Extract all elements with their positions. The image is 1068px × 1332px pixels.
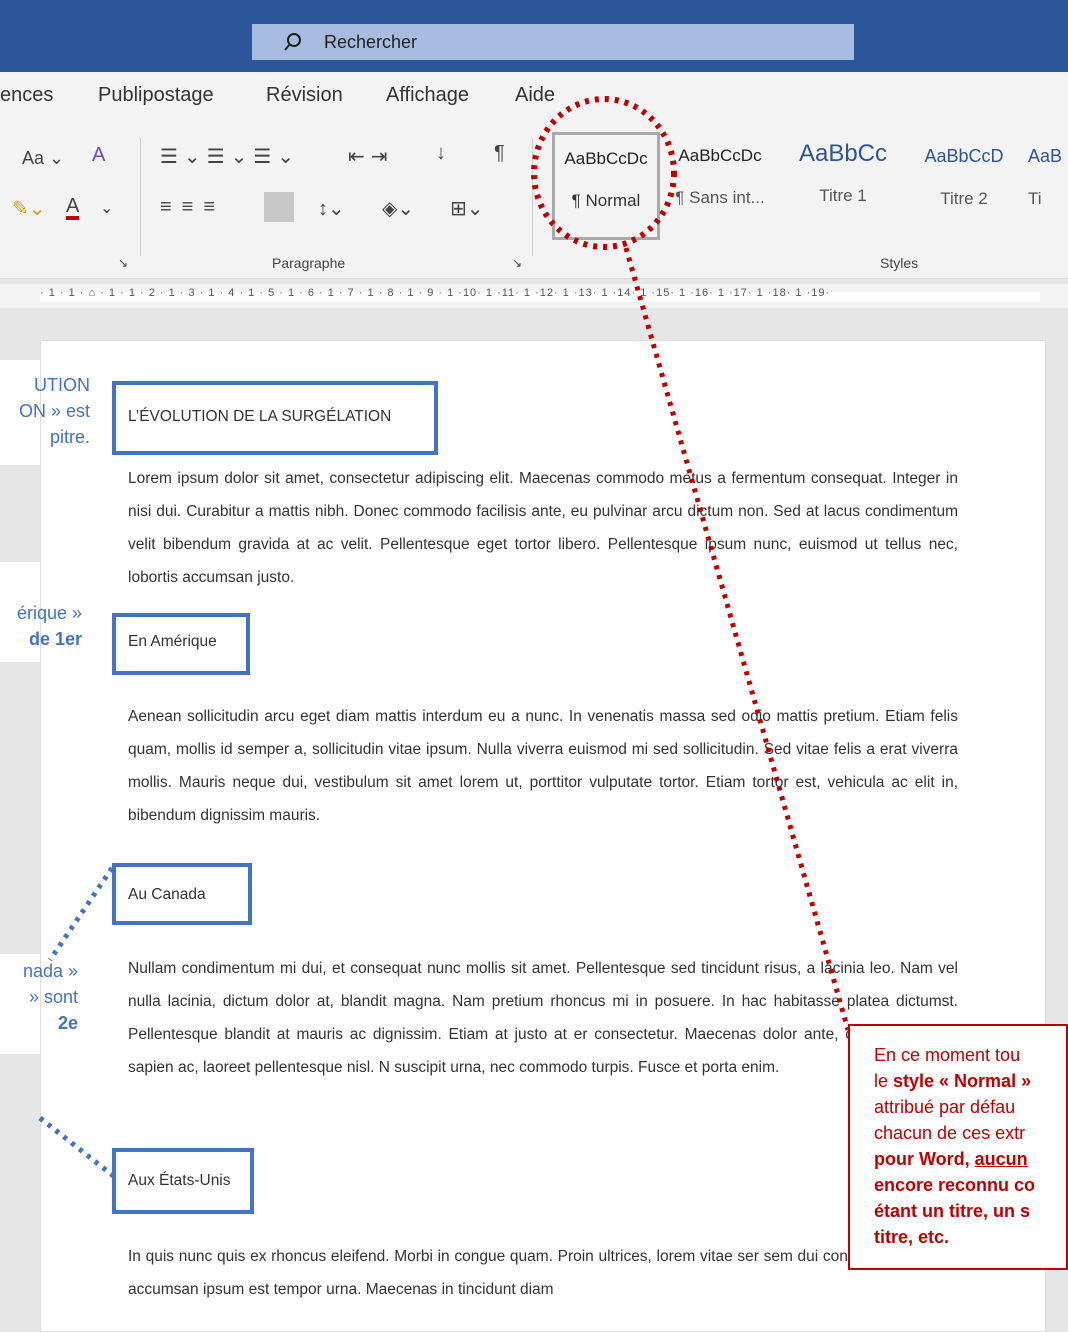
- callout-line: le style « Normal »: [874, 1071, 1032, 1091]
- tab-revision[interactable]: Révision: [266, 84, 343, 107]
- pilcrow-icon[interactable]: ¶: [494, 142, 505, 165]
- tab-publipostage[interactable]: Publipostage: [98, 84, 214, 107]
- note-line: UTION: [34, 375, 90, 395]
- note-line: de 1er: [28, 629, 82, 649]
- style-sample: AaBbCcD: [924, 146, 1004, 166]
- note-title: UTION ON » est pitre.: [19, 372, 90, 450]
- sort-icon[interactable]: ↓: [436, 142, 446, 165]
- style-titre[interactable]: AaB Ti: [1028, 132, 1068, 240]
- callout-normal-style: En ce moment tou le style « Normal » att…: [848, 1024, 1068, 1270]
- align-buttons[interactable]: ≡≡≡: [160, 196, 225, 219]
- highlight-box-etats-unis: [112, 1148, 254, 1214]
- font-case-label: Aa: [22, 148, 45, 168]
- indent-buttons[interactable]: ⇤⇥: [348, 144, 394, 169]
- list-buttons[interactable]: ☰⌄☰⌄☰⌄: [160, 144, 300, 169]
- paragraph-3[interactable]: Nullam condimentum mi dui, et consequat …: [128, 952, 958, 1084]
- style-name: ¶ Sans int...: [675, 188, 765, 207]
- paragraph-4[interactable]: In quis nunc quis ex rhoncus eleifend. M…: [128, 1240, 958, 1306]
- note-line: érique »: [16, 603, 82, 623]
- note-line: 2e: [57, 1013, 78, 1033]
- font-color-icon[interactable]: A: [66, 196, 80, 220]
- note-canada: nada » » sont 2e: [23, 958, 78, 1036]
- tab-affichage[interactable]: Affichage: [386, 84, 469, 107]
- highlight-box-amerique: [112, 613, 250, 675]
- search-box[interactable]: Rechercher: [252, 24, 854, 60]
- borders-icon[interactable]: ⊞⌄: [450, 196, 484, 221]
- callout-line: chacun de ces extr: [874, 1123, 1026, 1143]
- highlight-box-title: [112, 381, 438, 455]
- ruler[interactable]: · 1 · 1 · ⌂ · 1 · 1 · 2 · 1 · 3 · 1 · 4 …: [0, 284, 1068, 308]
- search-placeholder: Rechercher: [324, 31, 418, 52]
- style-name: Titre 1: [819, 186, 867, 205]
- callout-line: encore reconnu co: [874, 1175, 1036, 1195]
- style-sample: AaB: [1028, 146, 1063, 166]
- style-sans-interligne[interactable]: AaBbCcDc ¶ Sans int...: [664, 132, 776, 240]
- change-case-button[interactable]: Aa ⌄: [22, 148, 64, 169]
- paragraph-2[interactable]: Aenean sollicitudin arcu eget diam matti…: [128, 700, 958, 832]
- note-line: pitre.: [49, 427, 90, 447]
- shading-icon[interactable]: ◈⌄: [382, 196, 414, 221]
- separator: [140, 138, 141, 256]
- tab-references[interactable]: ences: [0, 84, 53, 107]
- paragraph-group-label: Paragraphe: [272, 255, 346, 271]
- style-sample: AaBbCcDc: [564, 149, 648, 168]
- style-name: Ti: [1028, 189, 1042, 208]
- note-line: nada »: [22, 961, 78, 981]
- highlight-box-canada: [112, 863, 252, 925]
- ruler-numbers: · 1 · 1 · ⌂ · 1 · 1 · 2 · 1 · 3 · 1 · 4 …: [40, 287, 831, 299]
- paragraph-1[interactable]: Lorem ipsum dolor sit amet, consectetur …: [128, 462, 958, 594]
- highlight-icon[interactable]: ✎⌄: [12, 196, 46, 221]
- note-amerique: érique » de 1er: [17, 600, 82, 652]
- style-name: ¶ Normal: [571, 191, 641, 210]
- dialog-launcher-icon[interactable]: ↘: [118, 256, 128, 270]
- dialog-launcher-icon[interactable]: ↘: [512, 256, 522, 270]
- note-line: ON » est: [18, 401, 90, 421]
- callout-line: titre, etc.: [874, 1227, 950, 1247]
- tab-aide[interactable]: Aide: [515, 84, 555, 107]
- separator: [532, 138, 533, 256]
- styles-group-label: Styles: [880, 255, 919, 271]
- search-icon: [284, 33, 301, 51]
- style-titre-2[interactable]: AaBbCcD Titre 2: [908, 132, 1020, 240]
- justify-button[interactable]: [264, 192, 294, 222]
- clear-format-icon[interactable]: A: [92, 144, 105, 167]
- callout-line: attribué par défau: [874, 1097, 1016, 1117]
- line-spacing-icon[interactable]: ↕⌄: [318, 196, 345, 221]
- callout-line: pour Word, aucun: [874, 1149, 1028, 1169]
- style-sample: AaBbCcDc: [678, 146, 762, 165]
- style-sample: AaBbCc: [798, 140, 888, 167]
- style-normal[interactable]: AaBbCcDc ¶ Normal: [552, 132, 660, 240]
- style-name: Titre 2: [940, 189, 988, 208]
- callout-line: étant un titre, un s: [874, 1201, 1031, 1221]
- callout-line: En ce moment tou: [874, 1045, 1021, 1065]
- note-line: » sont: [28, 987, 78, 1007]
- font-color-dropdown[interactable]: ⌄: [100, 198, 113, 218]
- style-titre-1[interactable]: AaBbCc Titre 1: [784, 132, 902, 240]
